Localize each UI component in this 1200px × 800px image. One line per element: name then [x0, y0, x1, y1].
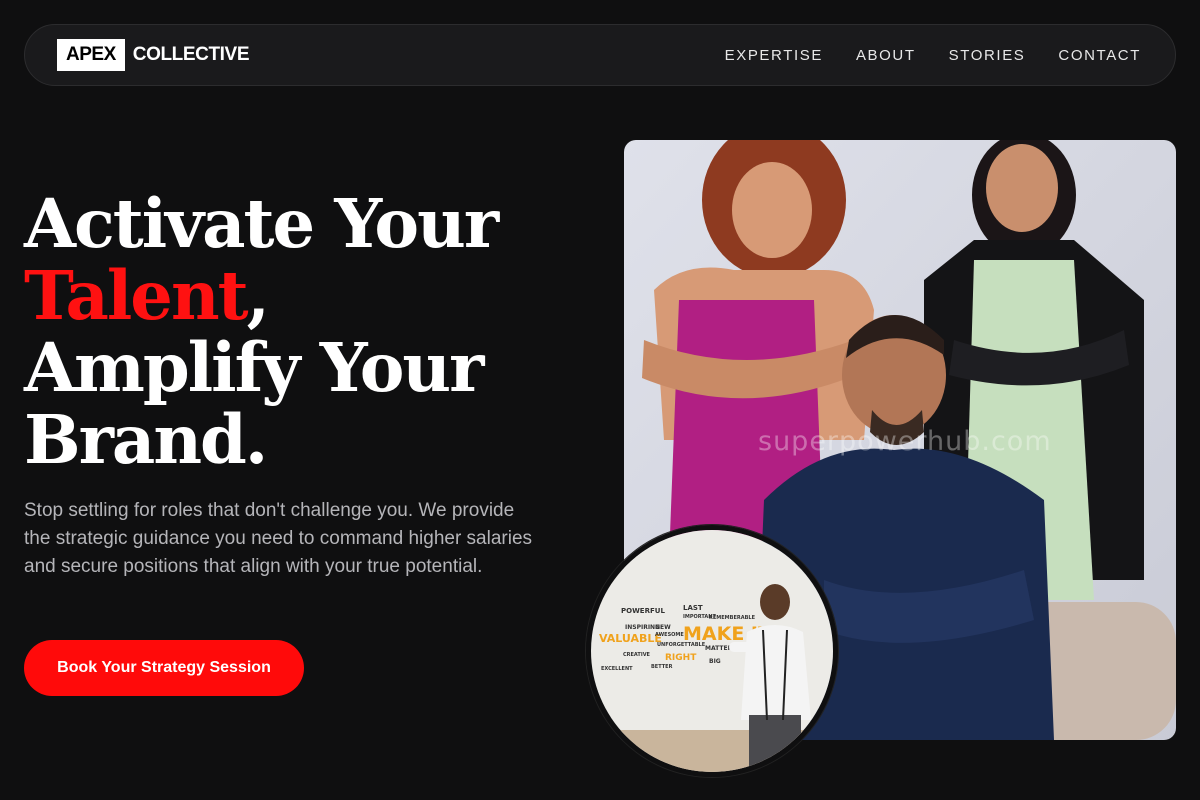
headline-accent-word: Talent [24, 256, 249, 335]
nav-link-about[interactable]: ABOUT [856, 47, 916, 64]
wall-word: LAST [683, 604, 703, 612]
headline-line-4: Brand. [24, 400, 268, 479]
wall-word: REMEMBERABLE [709, 615, 756, 621]
brand-logo[interactable]: APEX COLLECTIVE [57, 39, 249, 71]
wall-word: NEW [655, 624, 671, 631]
wall-word: CREATIVE [623, 652, 651, 658]
wall-word: RIGHT [665, 653, 697, 663]
nav-link-contact[interactable]: CONTACT [1058, 47, 1141, 64]
nav-link-stories[interactable]: STORIES [949, 47, 1026, 64]
headline-comma: , [246, 256, 270, 335]
headline-line-1: Activate Your [24, 184, 499, 263]
headline-line-3: Amplify Your [24, 328, 484, 407]
inset-circle-photo: POWERFUL VALUABLE INSPIRING MAKE IT RIGH… [586, 525, 838, 777]
wall-word: UNFORGETTABLE [657, 642, 706, 648]
hero-subtext: Stop settling for roles that don't chall… [24, 500, 533, 577]
wall-word: POWERFUL [621, 607, 665, 615]
book-strategy-session-button[interactable]: Book Your Strategy Session [24, 640, 304, 696]
nav-link-expertise[interactable]: EXPERTISE [725, 47, 823, 64]
top-navbar: APEX COLLECTIVE EXPERTISE ABOUT STORIES … [24, 24, 1176, 86]
wall-word: VALUABLE [599, 632, 662, 645]
nav-links: EXPERTISE ABOUT STORIES CONTACT [725, 25, 1141, 85]
wall-word: EXCELLENT [601, 666, 633, 672]
logo-box-text: APEX [57, 39, 125, 71]
wall-word: BETTER [651, 664, 673, 670]
image-watermark: superpowerhub.com [758, 426, 1052, 457]
hero-headline: Activate Your Talent, Amplify Your Brand… [24, 188, 584, 476]
logo-wordmark: COLLECTIVE [132, 44, 250, 65]
inset-photo-illustration: POWERFUL VALUABLE INSPIRING MAKE IT RIGH… [591, 530, 833, 772]
wall-word: MATTER [705, 645, 733, 652]
wall-word: AWESOME [655, 632, 684, 638]
wall-word: BIG [709, 658, 721, 665]
